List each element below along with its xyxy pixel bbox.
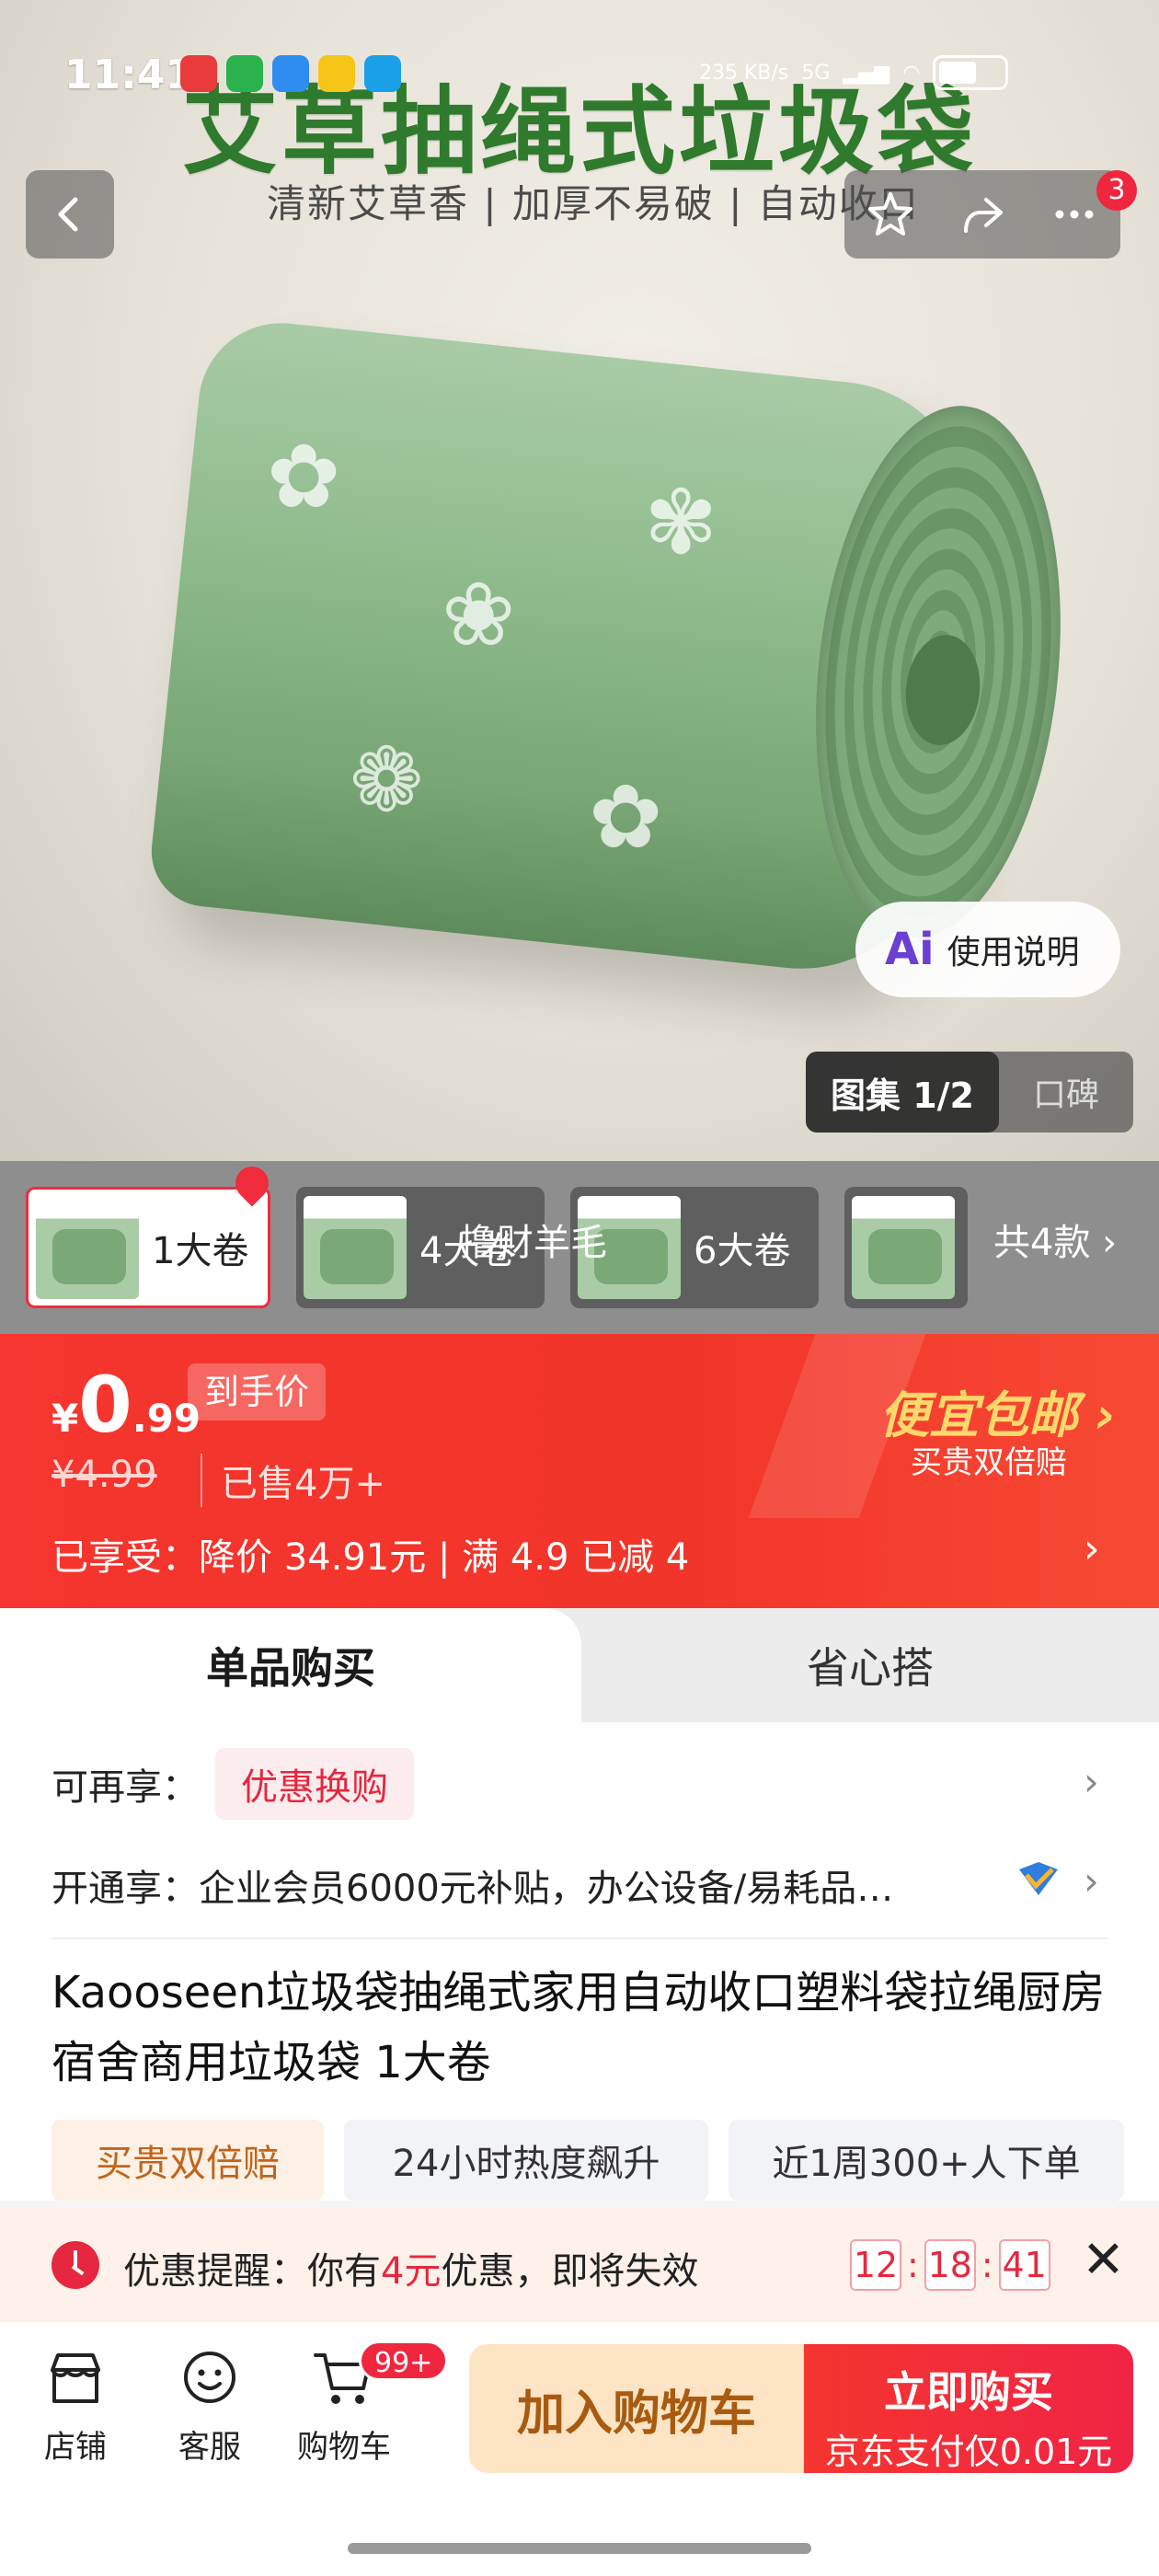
chevron-right-icon[interactable]: › — [1084, 1525, 1100, 1572]
variant-thumbnail — [852, 1196, 955, 1299]
buy-now-label: 立即购买 — [884, 2367, 1053, 2417]
price-banner: ¥ 0 .99 到手价 ¥4.99 已售4万+ 已享受：降价 34.91元 | … — [0, 1334, 1159, 1608]
variant-thumbnail — [36, 1196, 139, 1299]
variant-label: 6大卷 — [694, 1230, 791, 1272]
product-info: 可再享： 优惠换购 › 开通享：企业会员6000元补贴，办公设备/易耗品… › K… — [0, 1722, 1159, 2201]
add-to-cart-button[interactable]: 加入购物车 — [469, 2344, 804, 2473]
tab-single-purchase[interactable]: 单品购买 — [0, 1608, 581, 1722]
app-icon — [318, 55, 355, 92]
trending-chip: 24小时热度飙升 — [344, 2120, 708, 2201]
cart-count-badge: 99+ — [359, 2340, 449, 2381]
notification-app-icon — [180, 55, 217, 92]
product-hero-image[interactable]: ✿ ❀ ✾ ❁ ✿ 艾草抽绳式垃圾袋 清新艾草香 | 加厚不易破 | 自动收口 … — [0, 0, 1159, 1161]
tab-combo[interactable]: 省心搭 — [581, 1608, 1159, 1722]
bottom-action-bar: 店铺 客服 购物车 99+ 加入购物车 立即购买 京东支付仅0.01元 — [0, 2322, 1159, 2576]
customer-service-button[interactable]: 客服 — [145, 2344, 274, 2467]
final-price-tag: 到手价 — [188, 1363, 327, 1420]
clock-icon — [52, 2241, 99, 2289]
timer-minutes: 18 — [924, 2239, 976, 2291]
buy-now-sublabel: 京东支付仅0.01元 — [824, 2432, 1113, 2472]
flower-decoration: ✿ — [267, 425, 341, 528]
message-badge: 3 — [1096, 170, 1137, 211]
promotion-summary[interactable]: 已享受：降价 34.91元 | 满 4.9 已减 4 — [52, 1527, 689, 1581]
variant-option[interactable]: 1大卷 — [26, 1187, 270, 1308]
reviews-tab[interactable]: 口碑 — [999, 1052, 1133, 1133]
chevron-left-icon — [58, 197, 78, 232]
flower-decoration: ✿ — [589, 765, 663, 868]
wifi-icon: ◠ — [902, 61, 921, 85]
chat-smile-icon — [184, 2352, 235, 2403]
status-indicators: 235 KB/s 5G ▂▄▆ ◠ — [699, 55, 1009, 90]
ai-icon: Ai — [885, 924, 935, 975]
price-guarantee: 买贵双倍赔 — [911, 1444, 1067, 1481]
reminder-text: 优惠提醒：你有4元优惠，即将失效 — [123, 2241, 698, 2294]
battery-icon — [933, 55, 1009, 90]
enterprise-vip-icon — [1019, 1862, 1058, 1895]
back-button[interactable] — [26, 170, 114, 259]
store-icon — [51, 2353, 100, 2403]
variant-option[interactable] — [844, 1187, 968, 1308]
coupon-reminder-bar[interactable]: 优惠提醒：你有4元优惠，即将失效 12 : 18 : 41 ✕ — [0, 2208, 1159, 2322]
wechat-icon — [226, 55, 263, 92]
variant-thumbnail — [304, 1196, 407, 1299]
network-speed: 235 KB/s — [699, 61, 789, 85]
chevron-right-icon[interactable]: › — [1084, 1858, 1099, 1903]
star-icon[interactable] — [863, 187, 918, 242]
timer-seconds: 41 — [998, 2239, 1050, 2291]
hero-subtitle: 清新艾草香 | 加厚不易破 | 自动收口 — [267, 181, 920, 226]
divider — [52, 1938, 1107, 1939]
flower-decoration: ❁ — [350, 729, 424, 832]
usage-guide-label: 使用说明 — [947, 934, 1080, 972]
all-variants-link[interactable]: 共4款 › — [993, 1213, 1117, 1266]
sold-count: 已售4万+ — [201, 1454, 385, 1507]
variant-label: 1大卷 — [152, 1230, 249, 1272]
usage-guide-button[interactable]: Ai 使用说明 — [855, 902, 1120, 997]
shop-label: 店铺 — [44, 2429, 107, 2466]
extra-offer-label: 可再享： — [52, 1766, 199, 1809]
reminder-suffix: 优惠，即将失效 — [441, 2250, 699, 2293]
service-label: 客服 — [178, 2429, 241, 2466]
purchase-tabs: 单品购买 省心搭 — [0, 1608, 1159, 1722]
membership-row[interactable]: 开通享：企业会员6000元补贴，办公设备/易耗品… — [52, 1858, 893, 1912]
reminder-prefix: 优惠提醒：你有 — [123, 2250, 381, 2293]
close-icon[interactable]: ✕ — [1082, 2230, 1125, 2290]
share-icon[interactable] — [955, 187, 1010, 242]
chevron-right-icon[interactable]: › — [1084, 1759, 1099, 1804]
more-icon[interactable] — [1047, 187, 1102, 242]
variant-option[interactable]: 6大卷 — [570, 1187, 819, 1308]
original-price: ¥4.99 — [52, 1454, 157, 1496]
top-action-group — [844, 170, 1120, 259]
currency-symbol: ¥ — [52, 1396, 79, 1441]
price-integer: 0 — [78, 1360, 132, 1450]
status-time: 11:41 — [64, 52, 194, 98]
app-icon — [364, 55, 401, 92]
guarantee-chip[interactable]: 买贵双倍赔 — [52, 2120, 324, 2201]
signal-icon: ▂▄▆ — [843, 61, 890, 85]
recent-orders-chip: 近1周300+人下单 — [729, 2120, 1124, 2201]
flower-decoration: ❀ — [442, 563, 516, 666]
buy-now-button[interactable]: 立即购买 京东支付仅0.01元 — [804, 2344, 1133, 2473]
flower-decoration: ✾ — [644, 471, 718, 574]
gallery-tab[interactable]: 图集 1/2 — [806, 1052, 999, 1133]
product-title: Kaooseen垃圾袋抽绳式家用自动收口塑料袋拉绳厨房宿舍商用垃圾袋 1大卷 — [52, 1967, 1106, 2088]
cart-label: 购物车 — [297, 2429, 391, 2466]
shop-button[interactable]: 店铺 — [11, 2344, 140, 2467]
final-price: ¥ 0 .99 — [52, 1360, 201, 1450]
network-type: 5G — [801, 61, 831, 85]
home-indicator[interactable] — [348, 2543, 811, 2554]
floating-tip: 撸财羊毛 — [460, 1222, 607, 1264]
trade-in-coupon[interactable]: 优惠换购 — [215, 1748, 414, 1820]
countdown-timer: 12 : 18 : 41 — [850, 2239, 1050, 2291]
status-app-icons — [180, 55, 401, 92]
reminder-amount: 4元 — [381, 2250, 442, 2293]
membership-label: 开通享： — [52, 1868, 199, 1910]
app-icon — [272, 55, 309, 92]
membership-text: 企业会员6000元补贴，办公设备/易耗品… — [199, 1868, 894, 1910]
gallery-switcher: 图集 1/2 口碑 — [806, 1052, 1133, 1133]
extra-offer-row[interactable]: 可再享： 优惠换购 — [52, 1748, 414, 1820]
timer-hours: 12 — [850, 2239, 901, 2291]
